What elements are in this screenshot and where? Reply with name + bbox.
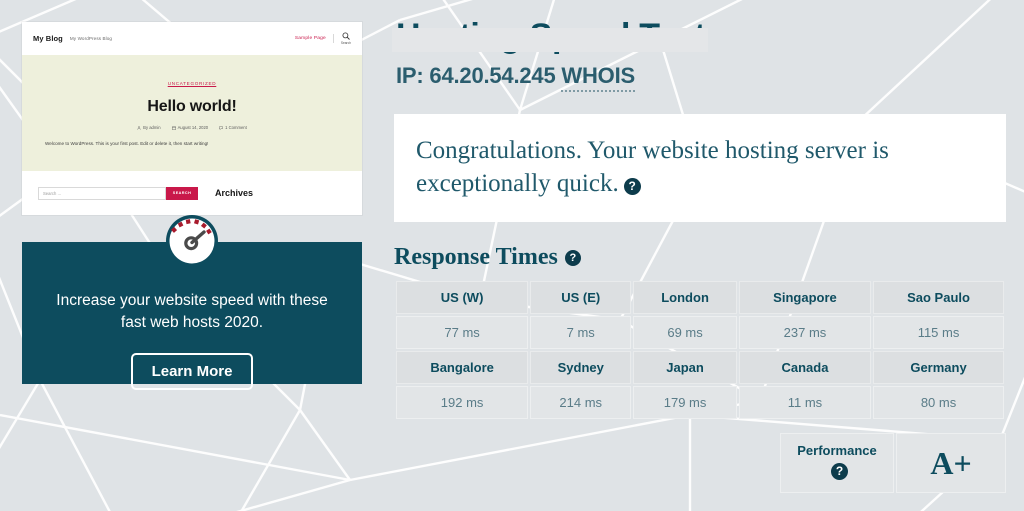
preview-site-header: My Blog My WordPress Blog Sample Page Se… bbox=[22, 22, 362, 55]
response-times-table: US (W) US (E) London Singapore Sao Paulo… bbox=[394, 279, 1006, 421]
table-row: US (W) US (E) London Singapore Sao Paulo bbox=[396, 281, 1004, 315]
table-header-cell: Japan bbox=[633, 351, 737, 385]
right-column: Hosting Speed Test IP: 64.20.54.245 WHOI… bbox=[386, 0, 1024, 511]
table-row: Bangalore Sydney Japan Canada Germany bbox=[396, 351, 1004, 385]
performance-grade-cell: A+ bbox=[896, 433, 1006, 494]
table-value-cell: 7 ms bbox=[530, 316, 632, 350]
speed-test-result-page: My Blog My WordPress Blog Sample Page Se… bbox=[0, 0, 1024, 511]
preview-search-input: Search … bbox=[38, 186, 166, 200]
preview-post-hero: UNCATEGORIZED Hello world! By admin Augu… bbox=[22, 55, 362, 171]
congratulations-help-icon[interactable]: ? bbox=[623, 178, 641, 196]
table-value-cell: 192 ms bbox=[396, 386, 529, 420]
table-header-cell: London bbox=[633, 281, 737, 315]
table-header-cell: Canada bbox=[738, 351, 872, 385]
performance-grade-row: Performance ? A+ bbox=[394, 433, 1006, 494]
ip-address-value: IP: 64.20.54.245 bbox=[396, 63, 556, 89]
table-header-cell: Singapore bbox=[738, 281, 872, 315]
response-times-heading: Response Times ? bbox=[394, 244, 1006, 271]
preview-meta-author-text: By admin bbox=[143, 125, 161, 130]
preview-post-title: Hello world! bbox=[147, 98, 237, 115]
promo-headline: Increase your website speed with these f… bbox=[56, 292, 328, 332]
promo-card-wrapper: Increase your website speed with these f… bbox=[22, 215, 362, 390]
search-icon bbox=[342, 32, 350, 40]
preview-post-body: Welcome to WordPress. This is your first… bbox=[45, 141, 209, 146]
table-value-cell: 237 ms bbox=[738, 316, 872, 350]
performance-grade-value: A+ bbox=[930, 444, 972, 481]
preview-meta-date-text: August 14, 2020 bbox=[177, 125, 209, 130]
response-times-heading-text: Response Times bbox=[394, 244, 558, 271]
preview-meta-author: By admin bbox=[137, 125, 161, 130]
table-value-cell: 115 ms bbox=[873, 316, 1004, 350]
table-row: 192 ms 214 ms 179 ms 11 ms 80 ms bbox=[396, 386, 1004, 420]
table-value-cell: 179 ms bbox=[633, 386, 737, 420]
whois-link[interactable]: WHOIS bbox=[561, 63, 635, 93]
preview-meta-comments: 1 Comment bbox=[219, 125, 247, 130]
calendar-icon bbox=[171, 126, 176, 130]
preview-site-tagline: My WordPress Blog bbox=[69, 36, 113, 41]
response-times-table-body: US (W) US (E) London Singapore Sao Paulo… bbox=[396, 281, 1004, 420]
congratulations-box: Congratulations. Your website hosting se… bbox=[394, 114, 1006, 223]
table-header-cell: Germany bbox=[873, 351, 1004, 385]
comment-icon bbox=[219, 125, 224, 130]
preview-post-category: UNCATEGORIZED bbox=[167, 81, 217, 86]
performance-label-cell: Performance ? bbox=[780, 433, 894, 494]
performance-help-icon[interactable]: ? bbox=[831, 463, 848, 481]
table-value-cell: 80 ms bbox=[873, 386, 1004, 420]
table-value-cell: 214 ms bbox=[530, 386, 632, 420]
table-header-cell: Sao Paulo bbox=[873, 281, 1004, 315]
table-header-cell: US (W) bbox=[396, 281, 529, 315]
preview-archives-heading: Archives bbox=[215, 188, 254, 198]
table-value-cell: 77 ms bbox=[396, 316, 529, 350]
preview-meta-comments-text: 1 Comment bbox=[225, 125, 247, 130]
preview-meta-date: August 14, 2020 bbox=[171, 125, 209, 130]
table-header-cell: Bangalore bbox=[396, 351, 529, 385]
table-row: 77 ms 7 ms 69 ms 237 ms 115 ms bbox=[396, 316, 1004, 350]
ip-address-line: IP: 64.20.54.245 WHOIS bbox=[396, 63, 1006, 93]
title-overlay-band bbox=[392, 28, 708, 52]
preview-nav-sample-page: Sample Page bbox=[294, 36, 326, 41]
preview-search-submit-button: SEARCH bbox=[166, 186, 198, 200]
learn-more-button[interactable]: Learn More bbox=[130, 352, 254, 390]
user-icon bbox=[137, 125, 141, 130]
preview-site-footer: Search … SEARCH Archives bbox=[22, 171, 362, 215]
website-preview-screenshot: My Blog My WordPress Blog Sample Page Se… bbox=[22, 22, 362, 215]
preview-search-toggle: Search bbox=[341, 32, 351, 45]
preview-nav-divider bbox=[332, 34, 334, 43]
table-header-cell: Sydney bbox=[530, 351, 632, 385]
preview-post-meta: By admin August 14, 2020 1 Comment bbox=[22, 125, 362, 130]
table-header-cell: US (E) bbox=[530, 281, 632, 315]
preview-search-label: Search bbox=[340, 41, 351, 45]
preview-site-nav: Sample Page Search bbox=[295, 32, 351, 45]
table-value-cell: 69 ms bbox=[633, 316, 737, 350]
congratulations-message-wrapper: Congratulations. Your website hosting se… bbox=[416, 134, 984, 200]
table-value-cell: 11 ms bbox=[738, 386, 872, 420]
performance-label: Performance bbox=[797, 443, 877, 459]
left-column: My Blog My WordPress Blog Sample Page Se… bbox=[0, 0, 386, 511]
speedometer-icon bbox=[166, 215, 218, 267]
congratulations-message: Congratulations. Your website hosting se… bbox=[416, 137, 889, 198]
preview-site-brand: My Blog bbox=[33, 34, 63, 43]
response-times-help-icon[interactable]: ? bbox=[564, 249, 581, 266]
